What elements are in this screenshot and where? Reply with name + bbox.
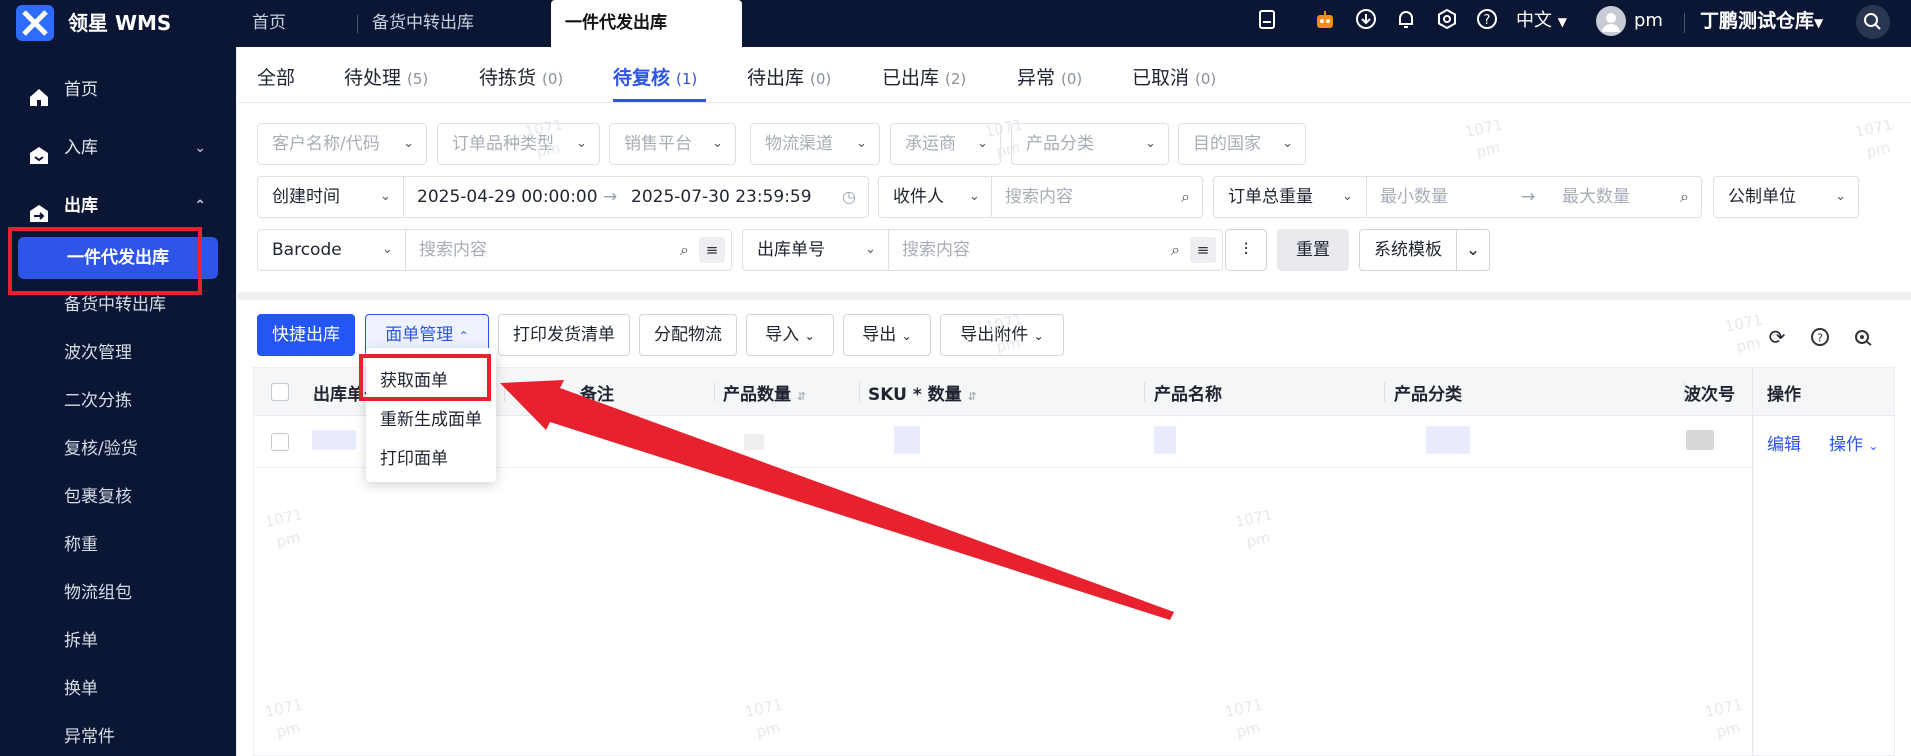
annotation-arrow	[500, 380, 1174, 620]
